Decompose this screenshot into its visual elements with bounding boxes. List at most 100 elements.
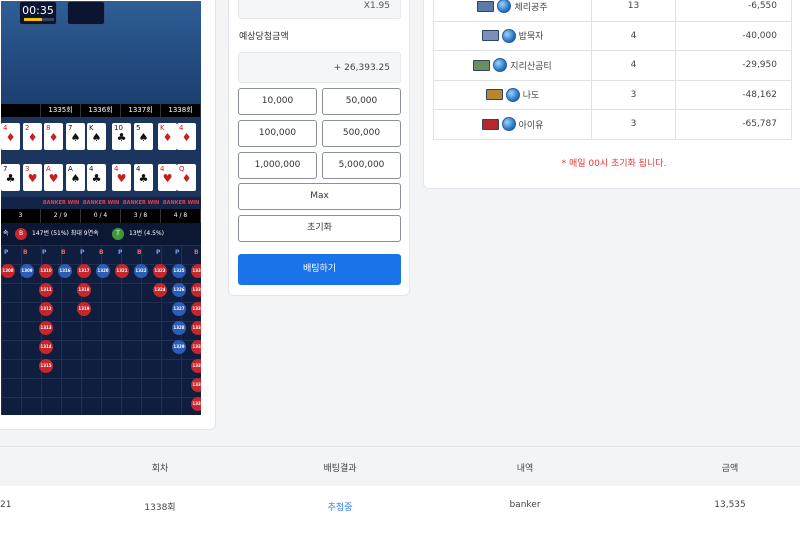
card-suit: ♠ [91, 131, 102, 144]
betting-panel: X1.95 예상당첨금액 + 26,393.25 10,000 50,000 1… [228, 0, 410, 296]
amount-button-10000[interactable]: 10,000 [238, 88, 317, 115]
history-amount: 13,535 [714, 500, 746, 510]
ranking-amount: -29,950 [675, 50, 792, 81]
tie-stats: 13번 (4.5%) [129, 230, 164, 237]
globe-icon [501, 28, 516, 43]
playing-card: 4 ♥ [112, 164, 131, 191]
ranking-table: 체리공주 13 -6,550 밥묵자 4 -40,000 지리산곰티 4 -29,950 나도 3-… [433, 0, 792, 140]
playing-card: 4 ♥ [158, 164, 177, 191]
card-suit: ♣ [138, 172, 149, 185]
playing-card: 5 ♠ [134, 123, 153, 150]
result-row: BANKER WIN BANKER WIN BANKER WIN BANKER … [1, 197, 201, 209]
ranking-user-cell: 아이유 [433, 109, 592, 140]
max-button[interactable]: Max [238, 183, 401, 210]
stats-prefix: 속 [3, 230, 9, 237]
road-header-b: B [137, 249, 142, 256]
ranking-username: 지리산곰티 [510, 61, 552, 72]
score-label: 3 [1, 209, 41, 223]
history-result-status: 추첨중 [327, 503, 353, 513]
player-bead: 1325 [172, 264, 186, 278]
road-header-p: P [80, 249, 85, 256]
ranking-user-cell: 나도 [433, 79, 592, 110]
banker-bead: 1311 [39, 283, 53, 297]
banker-bead: 1308 [1, 264, 15, 278]
amount-button-100000[interactable]: 100,000 [238, 120, 317, 147]
ranking-amount: -48,162 [675, 79, 792, 110]
baccarat-game-screen: 00:35 1335회 1336회 1337회 1338회 4 ♦ 2 ♦ 8 ♦ 7 ♠ K ♠… [1, 1, 201, 415]
score-row: 3 2 / 9 0 / 4 3 / 8 4 / 8 [1, 209, 201, 223]
game-card: 00:35 1335회 1336회 1337회 1338회 4 ♦ 2 ♦ 8 ♦ 7 ♠ K ♠… [0, 0, 216, 430]
globe-icon [501, 117, 516, 132]
odds-display: X1.95 [238, 0, 401, 19]
ranking-row: 체리공주 13 -6,550 [433, 0, 792, 22]
player-bead: 1322 [134, 264, 148, 278]
card-row-bottom: 7 ♣ 3 ♥ A ♥ A ♠ 4 ♣ 4 ♥ 4 ♣ 4 ♥ Q ♦ [1, 164, 201, 192]
ranking-username: 아이유 [518, 120, 544, 131]
banker-icon: B [15, 228, 27, 240]
banker-bead: 1333 [191, 321, 201, 335]
timer-progress-bar [24, 18, 54, 21]
result-label: BANKER WIN [82, 200, 120, 206]
ranking-amount: -6,550 [675, 0, 792, 22]
level-badge-icon [473, 59, 491, 71]
card-suit: ♣ [116, 131, 127, 144]
history-detail: banker [509, 500, 541, 510]
ranking-row: 아이유 3 -65,787 [433, 109, 792, 140]
banker-bead: 1314 [39, 340, 53, 354]
round-label: 1338회 [161, 104, 201, 117]
amount-button-1000000[interactable]: 1,000,000 [238, 152, 317, 179]
road-header-b: B [99, 249, 104, 256]
banker-bead: 1315 [39, 359, 53, 373]
reset-button[interactable]: 초기화 [238, 215, 401, 242]
banker-bead: 1324 [153, 283, 167, 297]
player-bead: 1309 [20, 264, 34, 278]
bead-road: P B P B P B P B P P B 1308 1309 1310 1311 1312 1313 1314 1… [1, 245, 201, 415]
card-suit: ♦ [27, 131, 38, 144]
playing-card: 10 ♣ [112, 123, 131, 150]
card-suit: ♦ [181, 131, 192, 144]
road-header-b: B [194, 249, 199, 256]
card-suit: ♠ [138, 131, 149, 144]
score-label: 2 / 9 [41, 209, 81, 223]
card-suit: ♠ [70, 131, 81, 144]
ranking-row: 나도 3 -48,162 [433, 79, 792, 110]
globe-icon [497, 0, 512, 14]
amount-button-50000[interactable]: 50,000 [322, 88, 401, 115]
ranking-amount: -40,000 [675, 20, 792, 51]
ranking-username: 나도 [522, 91, 540, 102]
ranking-user-cell: 밥묵자 [433, 20, 592, 51]
globe-icon [493, 58, 508, 73]
ranking-user-cell: 체리공주 [433, 0, 592, 22]
ranking-count: 4 [591, 20, 676, 51]
banker-bead: 1323 [153, 264, 167, 278]
place-bet-button[interactable]: 배팅하기 [238, 254, 401, 285]
road-header-p: P [156, 249, 161, 256]
banker-bead: 1337 [191, 397, 201, 411]
card-suit: ♣ [91, 172, 102, 185]
history-round: 1338회 [144, 503, 176, 513]
amount-button-5000000[interactable]: 5,000,000 [322, 152, 401, 179]
level-badge-icon [481, 30, 499, 42]
score-label: 4 / 8 [161, 209, 201, 223]
playing-card: Q ♦ [177, 164, 196, 191]
odds-value: X1.95 [363, 1, 390, 11]
watermark [2, 22, 21, 36]
history-header-round: 회차 [151, 464, 169, 474]
player-bead: 1327 [172, 302, 186, 316]
card-suit: ♦ [5, 131, 16, 144]
amount-button-500000[interactable]: 500,000 [322, 120, 401, 147]
player-bead: 1320 [96, 264, 110, 278]
banker-bead: 1321 [115, 264, 129, 278]
result-label [1, 197, 41, 209]
banker-stats: 147번 (51%) 최대 9연속 [32, 230, 99, 237]
banker-bead: 1319 [77, 302, 91, 316]
level-badge-icon [481, 118, 499, 130]
card-suit: ♦ [181, 172, 192, 185]
tie-icon: T [112, 228, 124, 240]
card-suit: ♥ [162, 172, 173, 185]
result-label: BANKER WIN [42, 200, 80, 206]
reset-notice: * 매일 00시 초기화 됩니다. [561, 159, 667, 169]
playing-card: K ♠ [87, 123, 106, 150]
road-header-b: B [23, 249, 28, 256]
history-header-result: 배팅결과 [323, 464, 357, 474]
